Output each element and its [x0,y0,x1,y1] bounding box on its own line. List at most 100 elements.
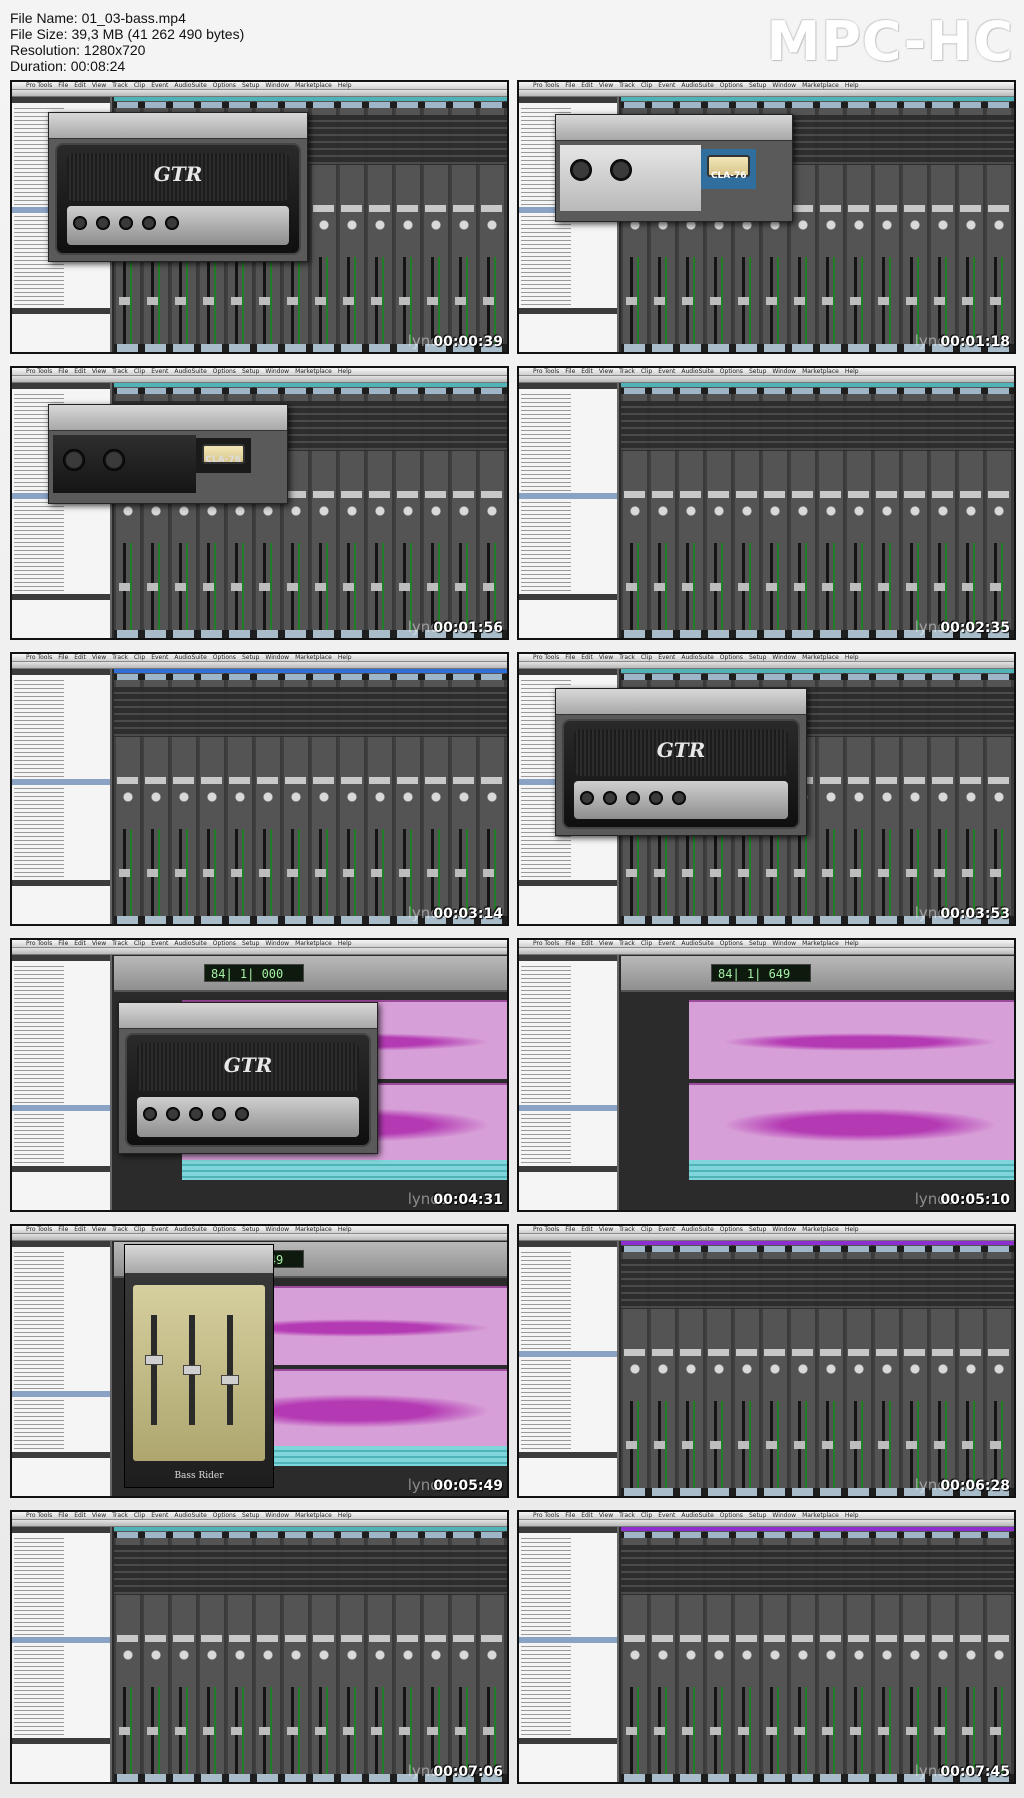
menu-item[interactable]: Edit [74,654,86,661]
menu-item[interactable]: Help [845,654,859,661]
menu-item[interactable]: Pro Tools [26,1226,52,1233]
menu-item[interactable]: View [92,1512,106,1519]
fader-cap[interactable] [221,1375,239,1385]
amp-knob[interactable] [119,216,133,231]
pan-knobs[interactable] [114,503,507,519]
menu-item[interactable]: Edit [581,940,593,947]
menu-item[interactable]: AudioSuite [174,940,206,947]
menu-item[interactable]: View [599,1512,613,1519]
menu-item[interactable]: Options [213,368,236,375]
bass-rider-fader[interactable] [183,1315,201,1425]
menu-item[interactable]: Window [265,654,289,661]
menu-item[interactable]: Options [213,82,236,89]
menu-item[interactable]: AudioSuite [681,1512,713,1519]
menu-item[interactable]: Setup [749,654,766,661]
amp-knob[interactable] [142,216,156,231]
menu-item[interactable]: Pro Tools [533,654,559,661]
menu-item[interactable]: Event [658,368,675,375]
menu-item[interactable]: Setup [749,1512,766,1519]
track-list[interactable] [521,963,571,1170]
menu-item[interactable]: View [92,940,106,947]
menu-item[interactable]: AudioSuite [681,940,713,947]
insert-slots[interactable] [621,1545,1014,1595]
menu-item[interactable]: AudioSuite [681,82,713,89]
amp-knob[interactable] [649,790,663,805]
plugin-window-cla76[interactable]: CLA-76 [555,114,793,222]
amp-knob[interactable] [143,1107,157,1122]
insert-slots[interactable] [621,401,1014,451]
menu-item[interactable]: File [58,1512,68,1519]
menu-item[interactable]: Window [772,1226,796,1233]
menu-item[interactable]: View [599,368,613,375]
menu-item[interactable]: Marketplace [802,82,839,89]
audio-clip[interactable] [689,1082,1014,1162]
menu-item[interactable]: Track [619,82,635,89]
menu-item[interactable]: File [58,654,68,661]
menu-item[interactable]: Options [720,1226,743,1233]
menu-item[interactable]: Track [619,940,635,947]
menu-item[interactable]: Setup [242,82,259,89]
menu-item[interactable]: Event [658,1226,675,1233]
selected-track-row[interactable] [12,1105,110,1111]
send-slots[interactable] [621,491,1014,498]
menu-item[interactable]: Options [213,1226,236,1233]
menu-item[interactable]: Setup [749,1226,766,1233]
menu-item[interactable]: View [92,82,106,89]
menu-item[interactable]: Edit [74,1226,86,1233]
menu-item[interactable]: AudioSuite [174,1226,206,1233]
menu-item[interactable]: Track [112,368,128,375]
menu-item[interactable]: View [599,82,613,89]
midi-clip[interactable] [182,1160,507,1180]
menu-item[interactable]: Edit [581,1512,593,1519]
selected-track-row[interactable] [519,493,617,499]
menu-item[interactable]: Help [338,82,352,89]
track-list[interactable] [14,963,64,1170]
menu-item[interactable]: Window [265,940,289,947]
menu-item[interactable]: Clip [134,654,145,661]
menu-item[interactable]: Marketplace [295,1226,332,1233]
menu-item[interactable]: Event [151,654,168,661]
menu-item[interactable]: Pro Tools [26,368,52,375]
plugin-window-gtr[interactable]: GTR [48,112,308,262]
pan-knobs[interactable] [621,503,1014,519]
menu-item[interactable]: File [58,1226,68,1233]
send-slots[interactable] [621,1349,1014,1356]
menu-item[interactable]: File [565,368,575,375]
menu-item[interactable]: Pro Tools [26,1512,52,1519]
amp-knob[interactable] [672,790,686,805]
menu-item[interactable]: Track [112,940,128,947]
menu-item[interactable]: Event [151,1226,168,1233]
menu-item[interactable]: Edit [74,368,86,375]
menu-item[interactable]: Window [772,654,796,661]
menu-item[interactable]: Event [151,940,168,947]
menu-item[interactable]: Options [213,940,236,947]
menu-item[interactable]: Event [658,1512,675,1519]
menu-item[interactable]: Track [619,654,635,661]
cla76-knob[interactable] [570,159,592,181]
cla76-knob[interactable] [63,449,85,471]
amp-knob[interactable] [166,1107,180,1122]
menu-item[interactable]: Event [151,1512,168,1519]
amp-knob[interactable] [189,1107,203,1122]
menu-item[interactable]: Options [720,368,743,375]
menu-item[interactable]: AudioSuite [174,1512,206,1519]
pan-knobs[interactable] [621,1647,1014,1663]
menu-item[interactable]: Window [265,368,289,375]
menu-item[interactable]: Pro Tools [533,82,559,89]
menu-item[interactable]: AudioSuite [174,654,206,661]
menu-item[interactable]: Clip [641,654,652,661]
menu-item[interactable]: Help [338,654,352,661]
menu-item[interactable]: Pro Tools [533,368,559,375]
send-slots[interactable] [114,1635,507,1642]
send-slots[interactable] [621,1635,1014,1642]
menu-item[interactable]: Clip [641,1226,652,1233]
menu-item[interactable]: Window [772,368,796,375]
menu-item[interactable]: File [565,940,575,947]
menu-item[interactable]: Clip [134,1512,145,1519]
menu-item[interactable]: Window [772,1512,796,1519]
plugin-window-cla76[interactable]: CLA-76 [48,404,288,504]
fader-cap[interactable] [145,1355,163,1365]
menu-item[interactable]: Help [845,940,859,947]
menu-item[interactable]: Track [112,1226,128,1233]
midi-clip[interactable] [689,1160,1014,1180]
